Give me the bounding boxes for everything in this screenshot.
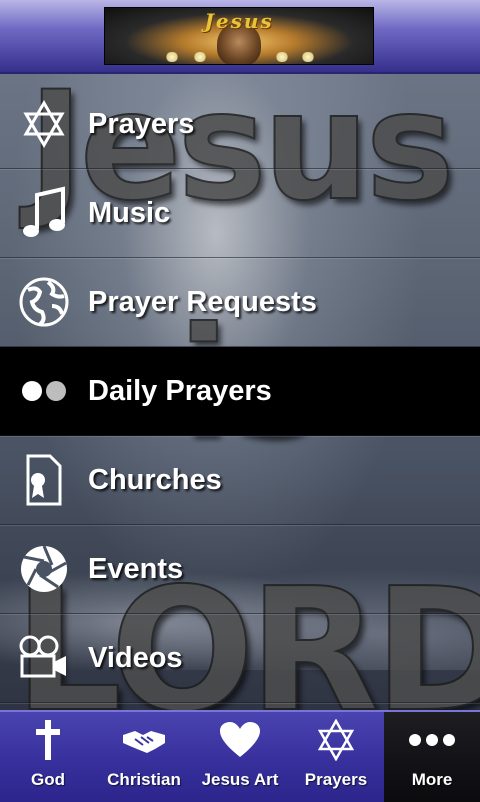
more-dots-icon <box>408 712 456 768</box>
flower-decoration <box>275 52 289 62</box>
heart-icon <box>219 712 261 768</box>
camera-aperture-icon <box>18 543 70 595</box>
menu-item-label: Videos <box>88 641 183 674</box>
cross-icon <box>33 712 63 768</box>
menu-item-prayer-requests[interactable]: Prayer Requests <box>0 258 480 347</box>
tab-more[interactable]: More <box>384 712 480 802</box>
tab-label: More <box>411 770 453 789</box>
flower-decoration <box>301 52 315 62</box>
tab-jesus-art[interactable]: Jesus Art <box>192 712 288 802</box>
flower-decoration <box>165 52 179 62</box>
dots-icon <box>18 365 70 417</box>
tab-god[interactable]: God <box>0 712 96 802</box>
video-camera-icon <box>18 632 70 684</box>
music-note-icon <box>18 186 70 239</box>
menu-item-daily-prayers[interactable]: Daily Prayers <box>0 347 480 436</box>
star-of-david-icon <box>18 98 70 150</box>
banner-title: Jesus <box>204 9 274 33</box>
menu-item-label: Prayers <box>88 107 195 140</box>
tab-label: Jesus Art <box>201 770 279 789</box>
star-of-david-icon <box>317 712 355 768</box>
tab-label: Prayers <box>304 770 368 789</box>
menu-item-churches[interactable]: Churches <box>0 436 480 525</box>
flower-decoration <box>193 52 207 62</box>
document-icon <box>18 454 70 506</box>
tab-label: God <box>31 770 65 789</box>
bottom-tab-bar: God Christian Jesus Art Prayers More <box>0 710 480 802</box>
app-header: Jesus <box>0 0 480 74</box>
menu-item-music[interactable]: Music <box>0 169 480 258</box>
menu-item-events[interactable]: Events <box>0 525 480 614</box>
jesus-banner-image: Jesus <box>104 7 374 65</box>
menu-item-label: Prayer Requests <box>88 285 317 318</box>
menu-item-label: Churches <box>88 463 222 496</box>
menu-item-label: Events <box>88 552 184 585</box>
tab-christian[interactable]: Christian <box>96 712 192 802</box>
tab-label: Christian <box>107 770 181 789</box>
menu-item-prayers[interactable]: Prayers <box>0 80 480 169</box>
globe-icon <box>18 276 70 328</box>
handshake-icon <box>121 712 167 768</box>
menu-item-videos[interactable]: Videos <box>0 614 480 703</box>
menu-item-label: Music <box>88 196 171 229</box>
main-menu: Prayers Music Prayer Requests Daily Pray… <box>0 80 480 703</box>
menu-item-label: Daily Prayers <box>88 374 272 407</box>
tab-prayers[interactable]: Prayers <box>288 712 384 802</box>
